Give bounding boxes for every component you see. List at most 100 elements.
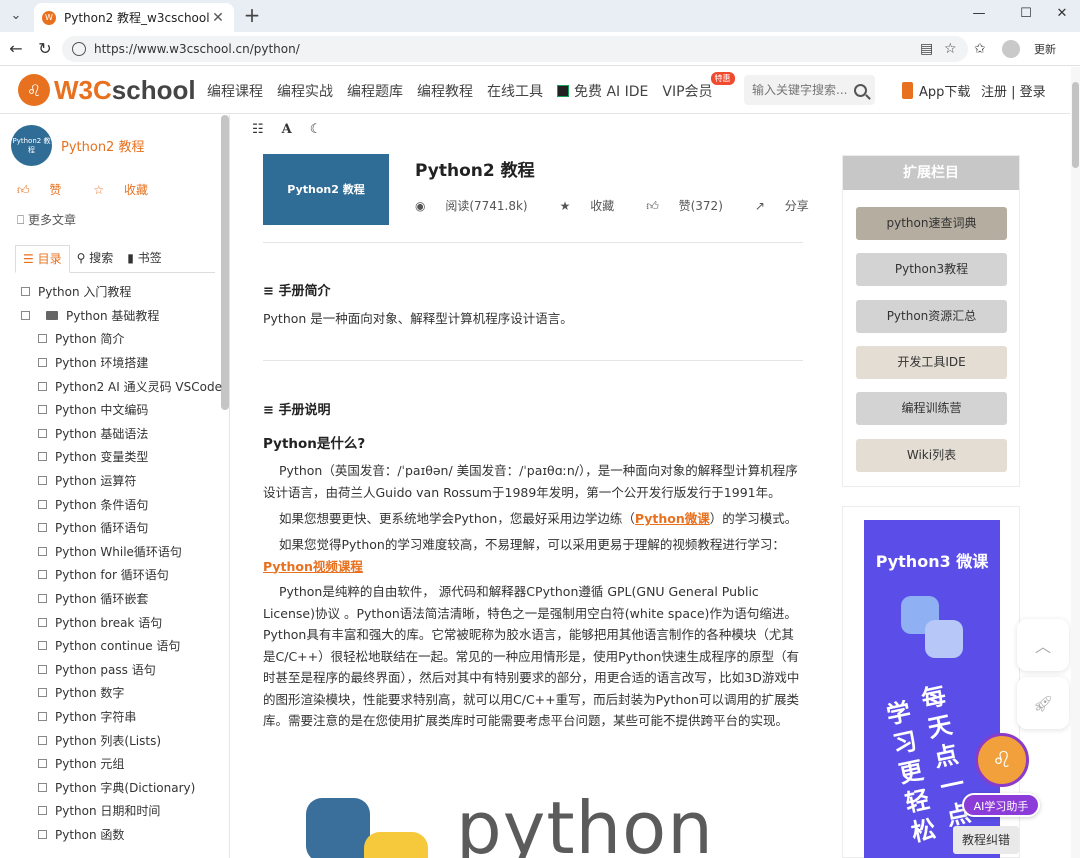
toc-item[interactable]: Python 列表(Lists): [21, 728, 221, 752]
toc-item[interactable]: Python 循环嵌套: [21, 587, 221, 611]
app-download-link[interactable]: App下载: [902, 81, 970, 100]
article-like-button[interactable]: 👍︎ 赞(372): [646, 197, 739, 214]
tab-bookmarks[interactable]: ▮ 书签: [120, 245, 168, 273]
dark-mode-moon-icon[interactable]: ☾: [310, 122, 322, 137]
maximize-icon[interactable]: ☐: [1016, 6, 1036, 21]
scroll-top-chevron-icon[interactable]: ︿: [1017, 619, 1069, 671]
toc-item[interactable]: Python break 语句: [21, 610, 221, 634]
site-info-icon[interactable]: [72, 42, 86, 56]
favorite-star-icon[interactable]: ☆: [944, 41, 957, 57]
extension-item[interactable]: Wiki列表: [856, 438, 1007, 472]
toc-item[interactable]: Python 环境搭建: [21, 351, 221, 375]
p2-before: 如果您想要更快、更系统地学会Python，您最好采用边学边练（: [279, 511, 635, 526]
toc-item[interactable]: Python 日期和时间: [21, 799, 221, 823]
extension-item[interactable]: 开发工具IDE: [856, 345, 1007, 379]
star-filled-icon: ★: [559, 199, 571, 213]
site-header: ♌ W3Cschool 编程课程 编程实战 编程题库 编程教程 在线工具 免费 …: [0, 67, 1070, 114]
doc-icon: [38, 782, 47, 792]
nav-questions[interactable]: 编程题库: [347, 81, 403, 101]
toc-item[interactable]: Python 基础语法: [21, 422, 221, 446]
font-size-icon[interactable]: A: [282, 122, 292, 137]
extension-item[interactable]: python速查词典: [856, 207, 1007, 240]
toc-item-label: Python 循环嵌套: [55, 592, 149, 607]
url-text[interactable]: https://www.w3cschool.cn/python/: [94, 42, 300, 56]
toc-group-label: Python 基础教程: [66, 308, 160, 323]
lion-mascot-icon[interactable]: ♌: [975, 733, 1029, 787]
browser-tab[interactable]: W Python2 教程_w3cschool ✕: [34, 3, 234, 32]
toc-item[interactable]: Python 数字: [21, 681, 221, 705]
like-button[interactable]: 👍︎ 赞: [17, 181, 77, 198]
register-link[interactable]: 注册: [981, 85, 1007, 100]
doc-icon: [38, 759, 47, 769]
toc-item[interactable]: Python2 AI 通义灵码 VSCode: [21, 374, 222, 398]
tab-close-icon[interactable]: ✕: [210, 10, 226, 26]
login-link[interactable]: 登录: [1020, 85, 1046, 100]
extension-item[interactable]: 编程训练营: [856, 392, 1007, 426]
tab-list-chevron-icon[interactable]: ⌄: [6, 5, 26, 25]
nav-practice[interactable]: 编程实战: [277, 81, 333, 101]
section-title-intro: ≡ 手册简介: [263, 280, 330, 299]
minimize-icon[interactable]: —: [969, 6, 989, 21]
toc-item[interactable]: Python 简介: [21, 327, 221, 351]
toc-item[interactable]: Python 字符串: [21, 705, 221, 729]
page-title: Python2 教程: [415, 161, 535, 181]
course-actions: 👍︎ 赞 ☆ 收藏: [17, 181, 180, 198]
toc-item[interactable]: Python 中文编码: [21, 398, 221, 422]
toc-toggle-icon[interactable]: ☷: [252, 122, 264, 137]
nav-courses[interactable]: 编程课程: [207, 81, 263, 101]
python-video-course-link[interactable]: Python视频课程: [263, 559, 363, 574]
toc-item[interactable]: Python 变量类型: [21, 445, 221, 469]
toc-item[interactable]: Python for 循环语句: [21, 563, 221, 587]
window-close-icon[interactable]: ✕: [1052, 6, 1072, 21]
toc-item[interactable]: Python 元组: [21, 752, 221, 776]
toc-item[interactable]: Python 运算符: [21, 469, 221, 493]
like-label: 赞: [49, 183, 62, 197]
collapse-icon[interactable]: [21, 310, 30, 320]
toc-group[interactable]: Python 基础教程: [21, 304, 221, 328]
favorites-bar-icon[interactable]: ✩: [974, 41, 986, 57]
update-button[interactable]: 更新: [1034, 41, 1056, 57]
toc-item[interactable]: Python 循环语句: [21, 516, 221, 540]
rocket-icon[interactable]: 🚀︎: [1017, 677, 1069, 729]
reader-mode-icon[interactable]: ▤: [920, 41, 933, 57]
profile-avatar-icon[interactable]: [1002, 40, 1020, 58]
share-button[interactable]: ↗ 分享: [755, 197, 825, 214]
menu-lines-icon: ≡: [263, 284, 274, 299]
article-favorite-button[interactable]: ★ 收藏: [560, 197, 631, 214]
toc-item-label: Python 变量类型: [55, 450, 149, 465]
page-scrollbar-track[interactable]: [1071, 67, 1080, 858]
page-scrollbar-thumb[interactable]: [1072, 82, 1079, 168]
nav-vip[interactable]: VIP会员 特惠: [662, 72, 735, 101]
toc-item[interactable]: Python 条件语句: [21, 492, 221, 516]
course-cover-image: Python2 教程: [263, 154, 389, 225]
course-name[interactable]: Python2 教程: [61, 136, 144, 155]
toc-item[interactable]: Python 入门教程: [21, 280, 221, 304]
nav-tutorials[interactable]: 编程教程: [417, 81, 473, 101]
favorite-button[interactable]: ☆ 收藏: [93, 181, 164, 198]
extension-panel: 扩展栏目 python速查词典 Python3教程 Python资源汇总 开发工具ID…: [842, 155, 1020, 487]
toc-item[interactable]: Python continue 语句: [21, 634, 221, 658]
search-input[interactable]: [752, 83, 848, 97]
reload-icon[interactable]: ↻: [36, 40, 54, 58]
sidebar-scrollbar[interactable]: [221, 115, 229, 410]
python-logo-light: [925, 620, 963, 658]
w3cschool-logo[interactable]: ♌ W3Cschool: [18, 74, 196, 106]
toc-item[interactable]: Python 函数: [21, 823, 221, 847]
extension-item[interactable]: Python资源汇总: [856, 299, 1007, 333]
feedback-button[interactable]: 教程纠错: [953, 826, 1019, 854]
python-microcourse-link[interactable]: Python微课: [635, 511, 710, 526]
url-bar[interactable]: https://www.w3cschool.cn/python/: [62, 36, 968, 62]
toc-item[interactable]: Python 字典(Dictionary): [21, 775, 221, 799]
toc-item[interactable]: Python pass 语句: [21, 658, 221, 682]
nav-ai-ide[interactable]: 免费 AI IDE: [557, 81, 648, 101]
extension-item[interactable]: Python3教程: [856, 253, 1007, 287]
more-articles-link[interactable]: ⎕ 更多文章: [17, 211, 76, 228]
nav-tools[interactable]: 在线工具: [487, 81, 543, 101]
new-tab-plus-icon[interactable]: +: [242, 5, 262, 25]
tab-toc[interactable]: ☰ 目录: [15, 245, 70, 273]
back-arrow-icon[interactable]: ←: [7, 40, 25, 58]
toc-item[interactable]: Python While循环语句: [21, 540, 221, 564]
tab-search[interactable]: ⚲ 搜索: [70, 245, 121, 273]
search-icon[interactable]: [854, 83, 867, 97]
ai-assistant-button[interactable]: AI学习助手: [962, 793, 1040, 817]
